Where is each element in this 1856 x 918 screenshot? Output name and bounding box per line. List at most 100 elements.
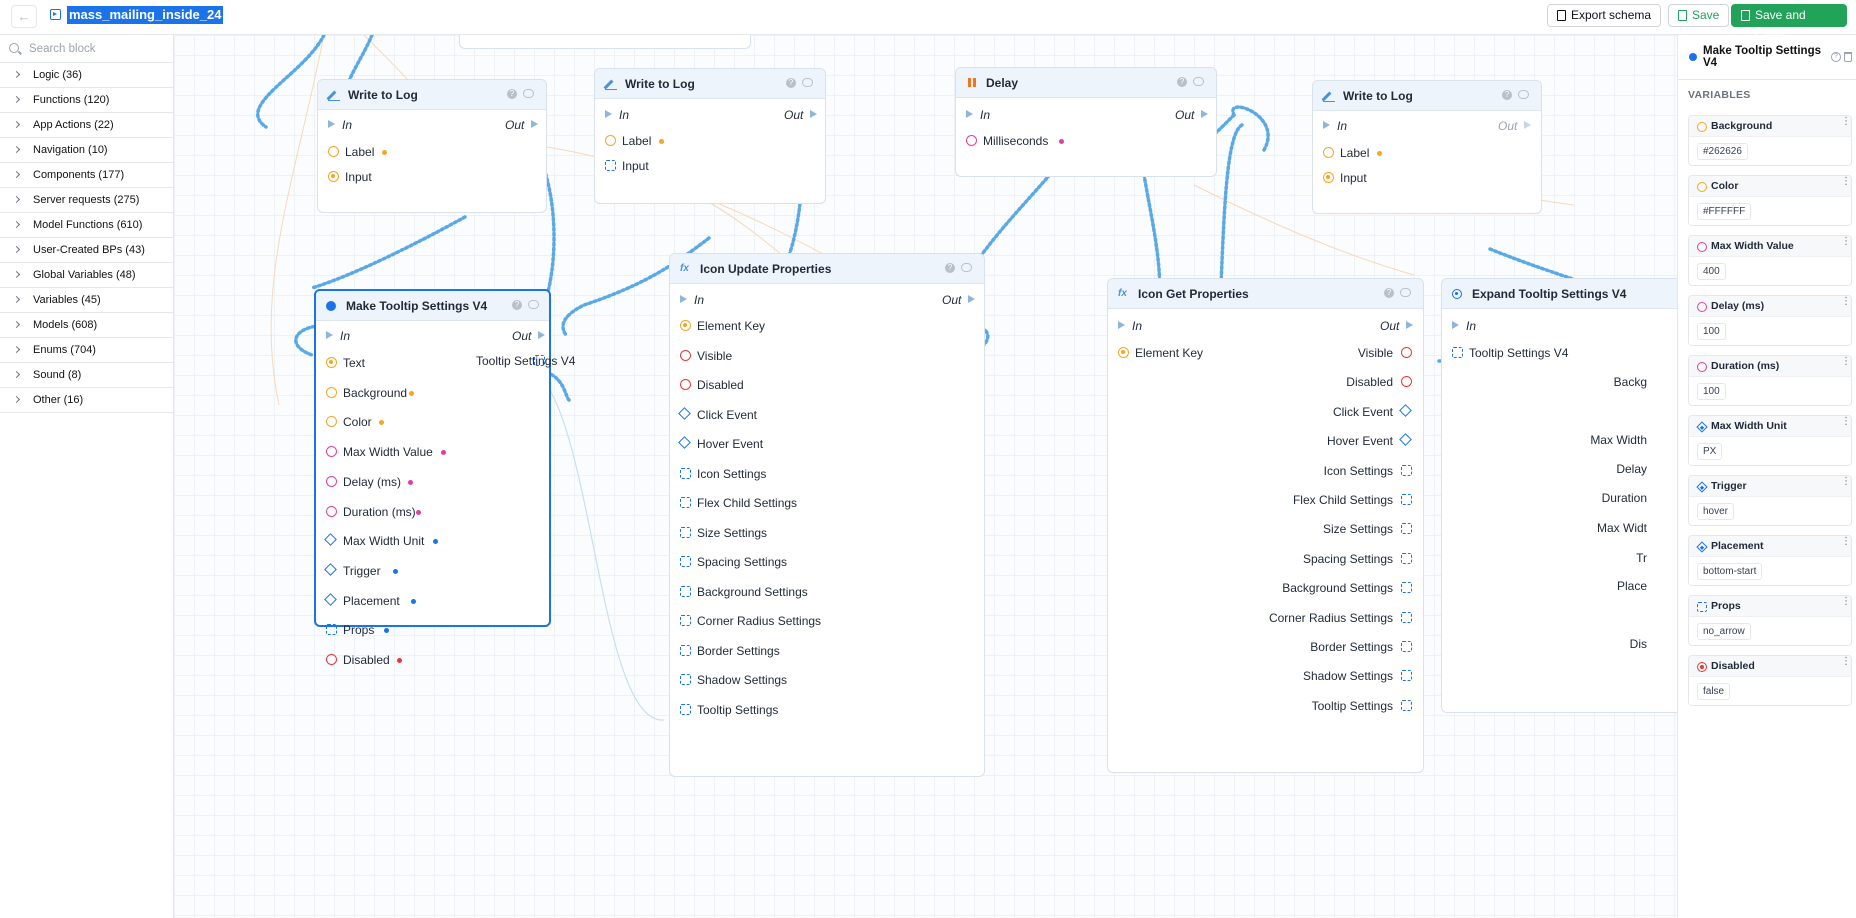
category-item[interactable]: Models (608) — [0, 313, 174, 338]
kebab-menu-icon[interactable]: ⋮ — [1841, 597, 1851, 607]
output-pin[interactable] — [1401, 670, 1412, 682]
comment-icon[interactable] — [1518, 90, 1529, 99]
variable-value-field[interactable]: false — [1697, 683, 1731, 700]
input-pin[interactable] — [680, 497, 691, 508]
blueprint-canvas[interactable]: Write to Log ? In Out Label Input Write … — [174, 35, 1677, 918]
tooltip-settings-output-pin[interactable] — [534, 355, 545, 366]
input-pin[interactable] — [680, 349, 691, 361]
output-pin[interactable] — [1401, 494, 1412, 505]
kebab-menu-icon[interactable]: ⋮ — [1841, 537, 1851, 547]
back-button[interactable]: ← — [11, 5, 37, 28]
category-item[interactable]: Enums (704) — [0, 338, 174, 363]
output-pin[interactable] — [1401, 552, 1412, 564]
delay-node[interactable]: Delay ? In Out Milliseconds — [955, 67, 1217, 177]
help-icon[interactable]: ? — [512, 300, 522, 310]
output-pin[interactable] — [1399, 403, 1412, 417]
exec-out-pin[interactable] — [538, 331, 545, 339]
exec-in-pin[interactable] — [605, 110, 612, 118]
exec-in-pin[interactable] — [966, 110, 973, 118]
kebab-menu-icon[interactable]: ⋮ — [1841, 177, 1851, 187]
variable-value-field[interactable]: PX — [1697, 443, 1723, 460]
exec-in-pin[interactable] — [680, 295, 687, 303]
make-tooltip-settings-node[interactable]: Make Tooltip Settings V4 ? In Out Toolti… — [314, 289, 575, 667]
variable-card[interactable]: Placement ⋮ bottom-start — [1688, 535, 1852, 586]
milliseconds-pin[interactable] — [966, 135, 977, 146]
input-pin[interactable] — [326, 505, 337, 517]
output-pin[interactable] — [1401, 523, 1412, 535]
exec-out-pin[interactable] — [810, 110, 817, 118]
input-pin[interactable] — [680, 526, 691, 538]
input-pin[interactable] — [680, 674, 691, 685]
output-pin[interactable] — [1401, 699, 1412, 711]
exec-in-pin[interactable] — [1118, 321, 1125, 329]
comment-icon[interactable] — [523, 89, 534, 98]
variable-card[interactable]: Duration (ms) ⋮ 100 — [1688, 355, 1852, 406]
input-pin[interactable] — [680, 703, 691, 715]
input-pin[interactable] — [678, 436, 691, 449]
kebab-menu-icon[interactable]: ⋮ — [1841, 117, 1851, 127]
icon-get-properties-node[interactable]: fx Icon Get Properties ? In Out Element … — [1107, 278, 1424, 773]
input-pin[interactable] — [326, 446, 337, 458]
variable-card[interactable]: Max Width Value ⋮ 400 — [1688, 235, 1852, 286]
output-pin[interactable] — [1401, 464, 1412, 476]
blueprint-title[interactable]: mass_mailing_inside_24 — [67, 6, 224, 24]
variable-value-field[interactable]: 100 — [1697, 323, 1726, 340]
comment-icon[interactable] — [1400, 288, 1411, 297]
exec-out-pin[interactable] — [1524, 121, 1531, 129]
output-pin[interactable] — [1401, 611, 1412, 623]
category-item[interactable]: Other (16) — [0, 388, 174, 413]
variable-card[interactable]: Props ⋮ no_arrow — [1688, 595, 1852, 646]
input-pin[interactable] — [680, 556, 691, 567]
variable-value-field[interactable]: bottom-start — [1697, 563, 1763, 580]
kebab-menu-icon[interactable]: ⋮ — [1841, 417, 1851, 427]
kebab-menu-icon[interactable]: ⋮ — [1841, 477, 1851, 487]
kebab-menu-icon[interactable]: ⋮ — [1841, 237, 1851, 247]
variable-card[interactable]: Background ⋮ #262626 — [1688, 115, 1852, 166]
category-item[interactable]: Model Functions (610) — [0, 213, 174, 238]
input-pin[interactable] — [324, 592, 337, 606]
icon-update-properties-node[interactable]: fx Icon Update Properties ? In Out Eleme… — [669, 253, 985, 777]
variable-card[interactable]: Max Width Unit ⋮ PX — [1688, 415, 1852, 466]
input-pin[interactable] — [1323, 172, 1334, 183]
save-button[interactable]: Save — [1668, 4, 1730, 27]
input-pin[interactable] — [680, 320, 691, 331]
input-pin[interactable] — [680, 467, 691, 479]
comment-icon[interactable] — [1193, 77, 1204, 86]
exec-out-pin[interactable] — [1201, 110, 1208, 118]
input-pin[interactable] — [326, 416, 337, 428]
help-icon[interactable]: ? — [1177, 77, 1187, 87]
category-item[interactable]: Components (177) — [0, 163, 174, 188]
variable-value-field[interactable]: #FFFFFF — [1697, 203, 1752, 220]
search-input[interactable] — [29, 39, 169, 59]
help-icon[interactable]: ? — [1384, 288, 1394, 298]
input-pin[interactable] — [680, 644, 691, 656]
category-item[interactable]: Variables (45) — [0, 288, 174, 313]
variable-value-field[interactable]: 400 — [1697, 263, 1726, 280]
input-pin[interactable] — [326, 475, 337, 487]
trash-icon[interactable] — [1844, 52, 1852, 62]
variable-card[interactable]: Color ⋮ #FFFFFF — [1688, 175, 1852, 226]
write-to-log-node-3[interactable]: Write to Log ? In Out Label Input — [1312, 80, 1542, 214]
offscreen-node[interactable] — [459, 35, 751, 49]
input-pin[interactable] — [680, 379, 691, 390]
variable-value-field[interactable]: hover — [1697, 503, 1735, 520]
help-icon[interactable]: ? — [1502, 90, 1512, 100]
exec-in-pin[interactable] — [326, 331, 333, 339]
help-icon[interactable]: ? — [507, 89, 517, 99]
save-and-close-button[interactable]: Save and Close — [1731, 4, 1847, 43]
category-item[interactable]: User-Created BPs (43) — [0, 238, 174, 263]
kebab-menu-icon[interactable]: ⋮ — [1841, 357, 1851, 367]
category-item[interactable]: Sound (8) — [0, 363, 174, 388]
variable-card[interactable]: Disabled ⋮ false — [1688, 655, 1852, 706]
comment-icon[interactable] — [961, 263, 972, 272]
element-key-pin[interactable] — [1118, 347, 1129, 358]
exec-in-pin[interactable] — [328, 120, 335, 128]
exec-in-pin[interactable] — [1323, 121, 1330, 129]
category-item[interactable]: App Actions (22) — [0, 113, 174, 138]
exec-out-pin[interactable] — [1406, 321, 1413, 329]
input-pin[interactable] — [678, 406, 691, 420]
comment-icon[interactable] — [528, 300, 539, 309]
output-pin[interactable] — [1399, 433, 1412, 447]
label-pin[interactable] — [605, 135, 616, 146]
export-schema-button[interactable]: Export schema — [1547, 4, 1662, 27]
